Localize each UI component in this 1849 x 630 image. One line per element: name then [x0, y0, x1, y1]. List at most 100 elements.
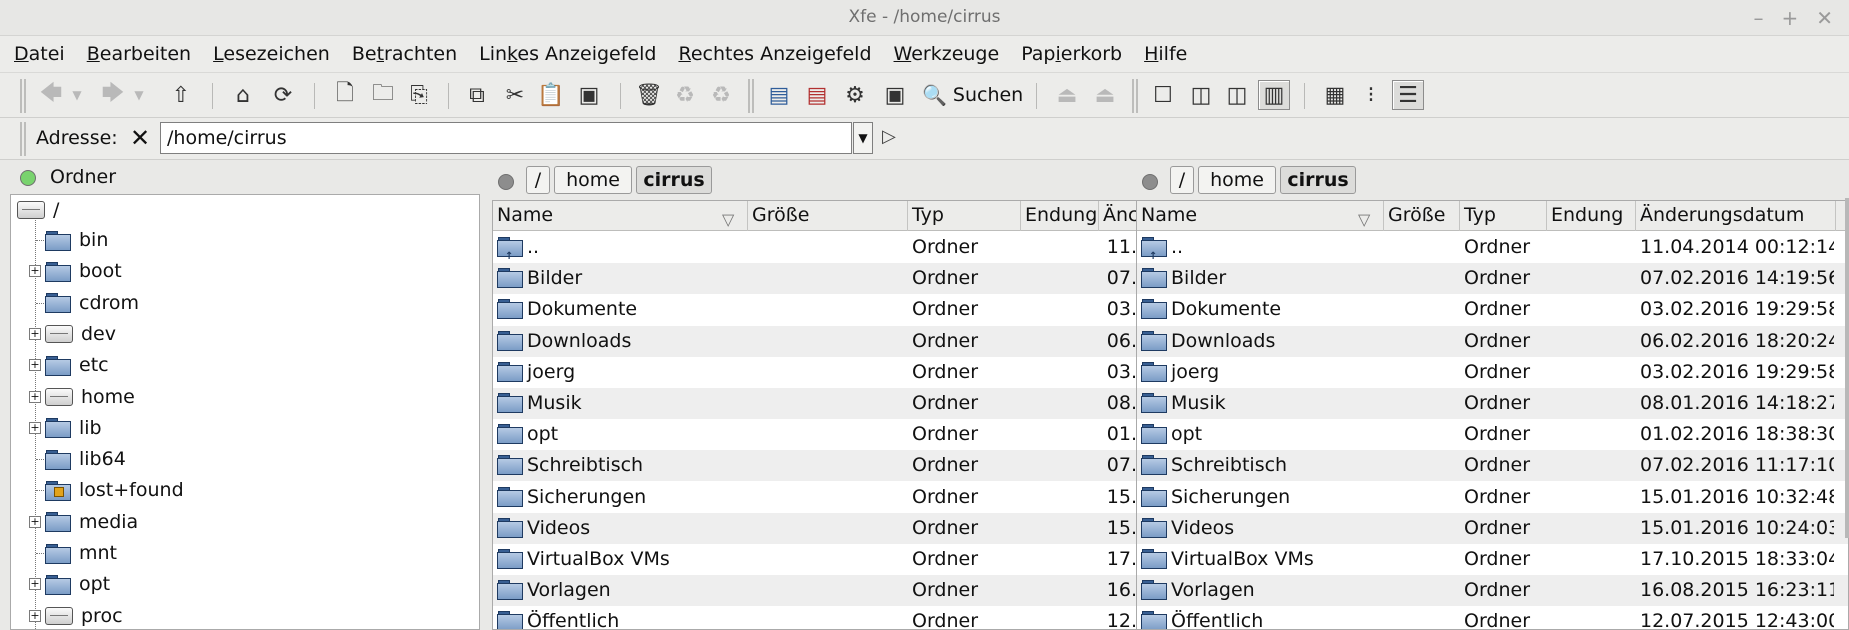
- expand-toggle-icon[interactable]: +: [29, 515, 41, 528]
- table-row[interactable]: Vorlagen Ordner 16.08.2015 16:23:11: [1137, 575, 1848, 607]
- minimize-button[interactable]: –: [1753, 6, 1763, 30]
- column-header-ext[interactable]: Endung: [1021, 201, 1099, 231]
- search-button[interactable]: 🔍 Suchen: [922, 80, 1023, 110]
- table-row[interactable]: ↑.. Ordner 11.04.2014 00:12:14: [1137, 232, 1848, 263]
- breadcrumb-root[interactable]: /: [526, 166, 550, 194]
- big-icons-view-icon[interactable]: ▦: [1320, 80, 1350, 110]
- table-row[interactable]: Bilder Ordner 07.: [493, 263, 1141, 295]
- address-input[interactable]: [160, 122, 852, 154]
- parent-dir-icon[interactable]: ⇧: [166, 80, 196, 110]
- home-icon[interactable]: ⌂: [228, 80, 258, 110]
- column-header-ext[interactable]: Endung: [1547, 201, 1636, 231]
- paste-icon[interactable]: 📋: [536, 80, 566, 110]
- breadcrumb-home[interactable]: home: [1198, 166, 1276, 194]
- tree-item[interactable]: opt: [45, 569, 110, 599]
- two-panel-view-icon[interactable]: ◫: [1222, 80, 1252, 110]
- tree-item[interactable]: lib64: [45, 444, 126, 474]
- toolbar-grip[interactable]: [748, 79, 754, 113]
- table-row[interactable]: Bilder Ordner 07.02.2016 14:19:56: [1137, 263, 1848, 295]
- table-row[interactable]: ↑.. Ordner 11.: [493, 232, 1141, 263]
- menu-item-3[interactable]: Betrachten: [352, 43, 457, 65]
- execute-icon[interactable]: ⚙: [840, 80, 870, 110]
- tree-item[interactable]: home: [45, 382, 135, 412]
- table-row[interactable]: Sicherungen Ordner 15.01.2016 10:32:48: [1137, 482, 1848, 513]
- mount-icon[interactable]: ⏏: [1052, 80, 1082, 110]
- small-icons-view-icon[interactable]: ⁝: [1356, 80, 1386, 110]
- chevron-down-icon[interactable]: ▼: [70, 80, 84, 110]
- back-icon[interactable]: 🡄: [36, 80, 66, 110]
- breadcrumb-root[interactable]: /: [1170, 166, 1194, 194]
- breadcrumb-current[interactable]: cirrus: [636, 166, 712, 194]
- table-row[interactable]: Vorlagen Ordner 16.: [493, 575, 1141, 607]
- toolbar-grip[interactable]: [20, 79, 26, 113]
- tree-item[interactable]: lost+found: [45, 475, 184, 505]
- folder-tree[interactable]: / bin + boot cdrom + dev + etc + home + lib lib64 los…: [10, 194, 480, 630]
- new-link-icon[interactable]: ⎘: [404, 80, 434, 110]
- detailed-view-icon[interactable]: ☰: [1392, 80, 1424, 110]
- table-row[interactable]: Öffentlich Ordner 12.: [493, 606, 1141, 629]
- menu-item-5[interactable]: Rechtes Anzeigefeld: [678, 43, 871, 65]
- tree-item[interactable]: cdrom: [45, 288, 139, 318]
- tree-item[interactable]: bin: [45, 225, 108, 255]
- table-row[interactable]: Schreibtisch Ordner 07.: [493, 450, 1141, 482]
- trash-icon[interactable]: 🗑: [634, 80, 664, 110]
- tree-item[interactable]: mnt: [45, 538, 117, 568]
- vertical-scrollbar[interactable]: [1845, 198, 1849, 538]
- terminal-icon[interactable]: ▣: [880, 80, 910, 110]
- table-row[interactable]: Videos Ordner 15.: [493, 512, 1141, 544]
- tree-item[interactable]: boot: [45, 256, 122, 286]
- go-arrow-icon[interactable]: ▷: [882, 126, 896, 147]
- tree-panel-view-icon[interactable]: ☐: [1148, 80, 1178, 110]
- new-file-icon[interactable]: 🗋: [330, 80, 360, 110]
- close-button[interactable]: ✕: [1816, 6, 1833, 30]
- forward-icon[interactable]: 🡆: [98, 80, 128, 110]
- tree-item[interactable]: etc: [45, 350, 109, 380]
- clear-address-icon[interactable]: ✕: [130, 124, 150, 152]
- column-header-size[interactable]: Größe: [1384, 201, 1460, 231]
- menu-item-7[interactable]: Papierkorb: [1021, 43, 1122, 65]
- table-row[interactable]: opt Ordner 01.02.2016 18:38:30: [1137, 419, 1848, 450]
- column-header-type[interactable]: Typ: [1460, 201, 1547, 231]
- table-row[interactable]: Downloads Ordner 06.: [493, 325, 1141, 357]
- table-row[interactable]: opt Ordner 01.: [493, 419, 1141, 450]
- menu-item-1[interactable]: Bearbeiten: [87, 43, 191, 65]
- table-row[interactable]: Sicherungen Ordner 15.: [493, 482, 1141, 513]
- expand-toggle-icon[interactable]: +: [29, 609, 41, 622]
- table-row[interactable]: Musik Ordner 08.: [493, 388, 1141, 419]
- table-row[interactable]: Dokumente Ordner 03.02.2016 19:29:58: [1137, 294, 1848, 325]
- tree-item[interactable]: proc: [45, 601, 123, 629]
- column-header-date[interactable]: Änderungsdatum: [1636, 201, 1836, 231]
- refresh-icon[interactable]: ⟳: [268, 80, 298, 110]
- tree-item[interactable]: media: [45, 507, 138, 537]
- menu-item-4[interactable]: Linkes Anzeigefeld: [479, 43, 656, 65]
- properties-icon[interactable]: ▣: [574, 80, 604, 110]
- table-row[interactable]: joerg Ordner 03.: [493, 357, 1141, 388]
- new-folder-icon[interactable]: 🗀: [368, 80, 398, 110]
- one-panel-view-icon[interactable]: ◫: [1186, 80, 1216, 110]
- toolbar-grip[interactable]: [20, 122, 26, 156]
- menu-item-0[interactable]: Datei: [14, 43, 65, 65]
- empty-trash-icon[interactable]: ♻: [706, 80, 736, 110]
- column-header-name[interactable]: Name ▽: [1137, 201, 1384, 231]
- unmount-icon[interactable]: ⏏: [1090, 80, 1120, 110]
- menu-item-8[interactable]: Hilfe: [1144, 43, 1187, 65]
- expand-toggle-icon[interactable]: +: [29, 578, 41, 591]
- breadcrumb-home[interactable]: home: [554, 166, 632, 194]
- table-row[interactable]: Öffentlich Ordner 12.07.2015 12:43:00: [1137, 606, 1848, 629]
- column-header-name[interactable]: Name ▽: [493, 201, 748, 231]
- table-row[interactable]: Musik Ordner 08.01.2016 14:18:27: [1137, 388, 1848, 419]
- tree-item-root[interactable]: /: [17, 195, 59, 225]
- expand-toggle-icon[interactable]: +: [29, 359, 41, 372]
- maximize-button[interactable]: +: [1781, 6, 1798, 30]
- column-header-type[interactable]: Typ: [908, 201, 1021, 231]
- toolbar-grip[interactable]: [1132, 79, 1138, 113]
- menu-item-6[interactable]: Werkzeuge: [894, 43, 1000, 65]
- breadcrumb-current[interactable]: cirrus: [1280, 166, 1356, 194]
- tree-two-panel-view-icon[interactable]: ▥: [1258, 80, 1290, 110]
- expand-toggle-icon[interactable]: +: [29, 390, 41, 403]
- root-folder-icon[interactable]: ▤: [802, 80, 832, 110]
- expand-toggle-icon[interactable]: +: [29, 327, 41, 340]
- table-row[interactable]: joerg Ordner 03.02.2016 19:29:58: [1137, 357, 1848, 388]
- table-row[interactable]: Schreibtisch Ordner 07.02.2016 11:17:10: [1137, 450, 1848, 482]
- expand-toggle-icon[interactable]: +: [29, 265, 41, 278]
